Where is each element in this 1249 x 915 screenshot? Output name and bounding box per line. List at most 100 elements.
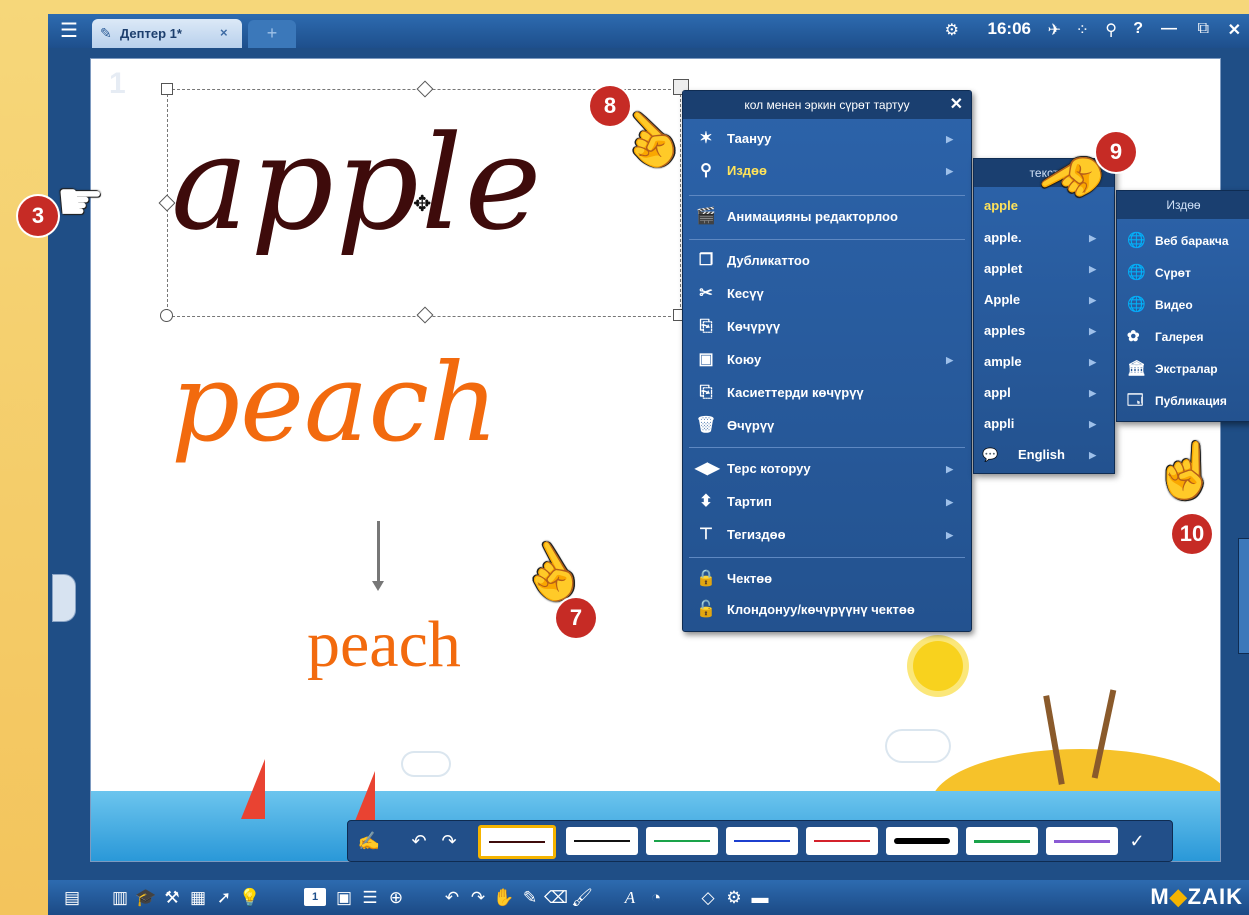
- pen-style-thick-black[interactable]: [886, 827, 958, 855]
- clock: 16:06: [987, 19, 1031, 38]
- brush-icon[interactable]: 🖌: [570, 886, 594, 910]
- close-icon[interactable]: ✕: [1228, 20, 1241, 40]
- globe-icon: 🌐: [1127, 296, 1146, 313]
- pen-style-red[interactable]: [806, 827, 878, 855]
- page-number-box[interactable]: 1: [304, 888, 326, 906]
- language-item[interactable]: 💬 English ▶: [974, 440, 1114, 470]
- new-tab-button[interactable]: +: [248, 20, 296, 48]
- suggestion-item[interactable]: Apple ▶: [974, 285, 1114, 315]
- search-web-page[interactable]: 🌐 Веб баракча: [1117, 225, 1249, 257]
- globe-icon: 🌐: [1127, 264, 1146, 281]
- redo-icon[interactable]: ↷: [466, 886, 490, 910]
- callout-badge: 7: [556, 598, 596, 638]
- page-list-icon[interactable]: ☰: [358, 886, 382, 910]
- flip-icon: ◀▶: [695, 460, 720, 477]
- sidebar-icon[interactable]: ▥: [108, 886, 132, 910]
- settings-icon[interactable]: ⚙: [945, 20, 959, 40]
- shapes-icon[interactable]: ◔: [644, 886, 668, 910]
- menu-item-align[interactable]: ⊤ Тегиздөө ▶: [683, 521, 971, 549]
- tools-icon[interactable]: ⚒: [160, 886, 184, 910]
- undo-icon[interactable]: ↶: [440, 886, 464, 910]
- suggestion-item[interactable]: applet ▶: [974, 254, 1114, 284]
- pen-style-black[interactable]: [566, 827, 638, 855]
- text-tool-icon[interactable]: A: [618, 886, 642, 910]
- duplicate-icon: ❐: [698, 252, 714, 269]
- left-panel-grip[interactable]: [52, 574, 76, 622]
- tab-notebook[interactable]: ✎ Дептер 1* ×: [92, 19, 242, 48]
- publication-icon: 🗔: [1127, 392, 1144, 409]
- tab-close-icon[interactable]: ×: [220, 25, 228, 40]
- document-icon[interactable]: ▦: [186, 886, 210, 910]
- pointer-icon[interactable]: ➚: [212, 886, 236, 910]
- menu-item-flip[interactable]: ◀▶ Терс которуу ▶: [683, 455, 971, 483]
- menu-item-search[interactable]: ⚲ Издөө ▶: [683, 157, 971, 185]
- redo-icon[interactable]: ↷: [436, 827, 462, 855]
- suggestion-item[interactable]: appli ▶: [974, 409, 1114, 439]
- lightbulb-icon[interactable]: 💡: [238, 886, 262, 910]
- menu-item-cut[interactable]: ✂ Кесүү: [683, 280, 971, 308]
- minimize-icon[interactable]: —: [1161, 20, 1177, 38]
- gear-icon[interactable]: ⚙: [722, 886, 746, 910]
- pencil-icon: ✎: [100, 25, 112, 41]
- help-icon[interactable]: ?: [1133, 20, 1143, 38]
- hamburger-menu-icon[interactable]: ☰: [58, 20, 80, 42]
- search-gallery[interactable]: ✿ Галерея: [1117, 321, 1249, 353]
- right-side-panel-tab[interactable]: [1238, 538, 1249, 654]
- rocket-icon[interactable]: ✈: [1048, 20, 1061, 40]
- search-icon[interactable]: ⚲: [1105, 20, 1117, 40]
- pen-style-text[interactable]: [966, 827, 1038, 855]
- rotate-handle[interactable]: [160, 309, 173, 322]
- graduation-cap-icon[interactable]: 🎓: [134, 886, 158, 910]
- menu-item-edit-animation[interactable]: 🎬 Анимацияны редакторлоо: [683, 203, 971, 231]
- search-publication[interactable]: 🗔 Публикация: [1117, 385, 1249, 417]
- context-menu-close-icon[interactable]: ✕: [950, 91, 963, 119]
- menu-item-delete[interactable]: 🗑 Өчүрүү: [683, 412, 971, 440]
- suggestion-item[interactable]: apples ▶: [974, 316, 1114, 346]
- menu-item-lock-clone[interactable]: 🔓 Клондонуу/көчүрүүнү чектөө: [683, 596, 971, 624]
- search-video[interactable]: 🌐 Видео: [1117, 289, 1249, 321]
- pen-style-green[interactable]: [646, 827, 718, 855]
- handwritten-peach[interactable]: peach: [171, 341, 498, 466]
- pen-hand-icon[interactable]: ✍: [356, 827, 382, 855]
- callout-badge: 8: [590, 86, 630, 126]
- suggestion-item[interactable]: apple. ▶: [974, 223, 1114, 253]
- menu-item-copy-properties[interactable]: ⎘ Касиеттерди көчүрүү: [683, 379, 971, 407]
- callout-badge: 9: [1096, 132, 1136, 172]
- line-style-icon[interactable]: ▬: [748, 886, 772, 910]
- menu-item-order[interactable]: ⬍ Тартип ▶: [683, 488, 971, 516]
- menu-item-paste[interactable]: ▣ Коюу ▶: [683, 346, 971, 374]
- typed-peach[interactable]: peach: [307, 607, 461, 683]
- search-extras[interactable]: 🏛 Экстралар: [1117, 353, 1249, 385]
- add-page-icon[interactable]: ▣: [332, 886, 356, 910]
- pen-style-star[interactable]: [1046, 827, 1118, 855]
- pen-style-brown[interactable]: [478, 825, 556, 859]
- menu-item-recognize[interactable]: ✶ Таануу ▶: [683, 125, 971, 153]
- pen-style-blue[interactable]: [726, 827, 798, 855]
- hand-pen-icon[interactable]: ✋: [492, 886, 516, 910]
- menu-item-copy[interactable]: ⎘ Көчүрүү: [683, 313, 971, 341]
- search-icon: ⚲: [700, 162, 712, 179]
- board-icon[interactable]: ▤: [60, 886, 84, 910]
- menu-item-duplicate[interactable]: ❐ Дубликаттоо: [683, 247, 971, 275]
- resize-handle-top-left[interactable]: [161, 83, 173, 95]
- grid-icon[interactable]: ⁘: [1076, 20, 1089, 40]
- suggestion-item[interactable]: appl ▶: [974, 378, 1114, 408]
- eraser-icon[interactable]: ⌫: [544, 886, 568, 910]
- tab-title: Дептер 1*: [120, 26, 182, 41]
- sun-decoration: [913, 641, 963, 691]
- compass-icon[interactable]: ◇: [696, 886, 720, 910]
- zoom-icon[interactable]: ⊕: [384, 886, 408, 910]
- gallery-icon: ✿: [1127, 328, 1140, 345]
- order-icon: ⬍: [699, 493, 713, 510]
- pen-toolbar: ✍ ↶ ↷ ✓: [347, 820, 1173, 862]
- handwritten-apple[interactable]: apple: [171, 107, 543, 259]
- suggestion-item[interactable]: ample ▶: [974, 347, 1114, 377]
- undo-icon[interactable]: ↶: [406, 827, 432, 855]
- search-image[interactable]: 🌐 Сүрөт: [1117, 257, 1249, 289]
- context-menu: кол менен эркин сүрөт тартуу ✕ ✶ Таануу ▶ …: [682, 90, 972, 632]
- pen-icon[interactable]: ✎: [518, 886, 542, 910]
- bottom-toolbar: ▤ ▥ 🎓 ⚒ ▦ ➚ 💡 1 ▣ ☰ ⊕ ↶ ↷ ✋ ✎ ⌫ 🖌 A ◔ ◇ …: [48, 880, 1249, 915]
- restore-icon[interactable]: ⧉: [1198, 20, 1209, 38]
- pen-settings-icon[interactable]: ✓: [1124, 827, 1150, 855]
- menu-item-lock[interactable]: 🔒 Чектөө: [683, 565, 971, 593]
